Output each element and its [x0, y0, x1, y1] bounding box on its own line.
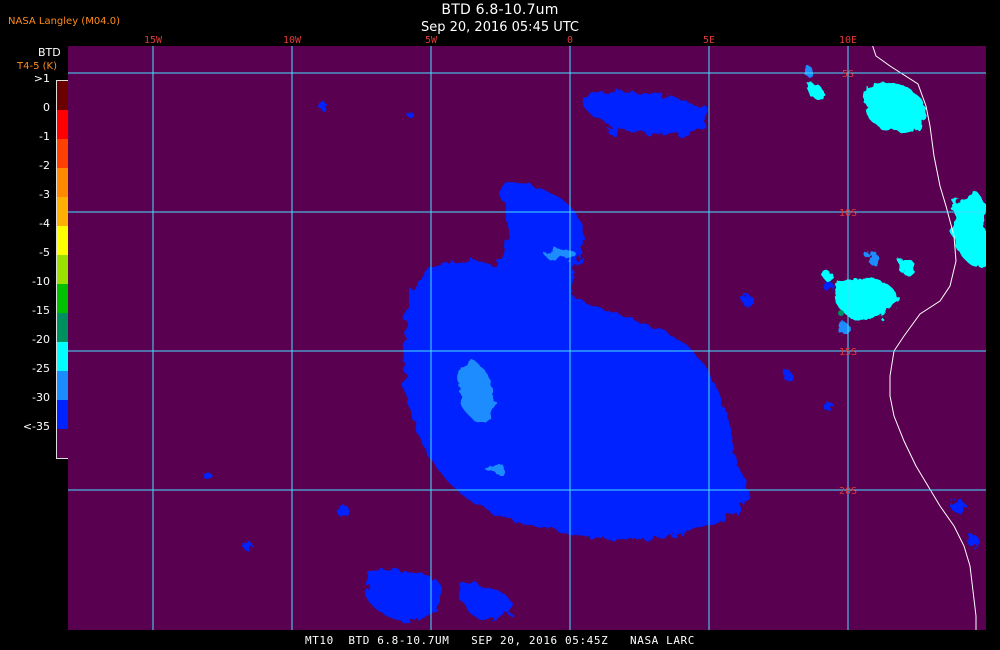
satellite-map: 5S 10S 15S 20S: [68, 46, 986, 630]
colorbar-tick-label: 0: [43, 101, 50, 114]
colorbar-tick-label: -30: [32, 391, 50, 404]
longitude-label: 10E: [838, 35, 858, 46]
colorbar-tick-label: -1: [39, 130, 50, 143]
latitude-label: 5S: [842, 69, 854, 80]
colorbar-tick-label: -2: [39, 159, 50, 172]
colorbar-tick-label: <-35: [22, 420, 50, 433]
colorbar-tick-label: -15: [32, 304, 50, 317]
colorbar-units: T4-5 (K): [17, 61, 57, 72]
longitude-label: 5E: [702, 35, 716, 46]
colorbar-tick-label: -4: [39, 217, 50, 230]
footer-caption: MT10 BTD 6.8-10.7UM SEP 20, 2016 05:45Z …: [304, 634, 696, 647]
colorbar-tick-label: >1: [33, 72, 50, 85]
colorbar-title: BTD: [38, 46, 61, 59]
longitude-label: 10W: [282, 35, 302, 46]
colorbar-tick-label: -5: [39, 246, 50, 259]
colorbar-tick-label: -3: [39, 188, 50, 201]
longitude-label: 15W: [143, 35, 163, 46]
latitude-label: 20S: [839, 486, 857, 497]
latitude-label: 15S: [839, 347, 857, 358]
map-subtitle: Sep 20, 2016 05:45 UTC: [420, 20, 580, 35]
colorbar-tick-label: -20: [32, 333, 50, 346]
longitude-label: 0: [566, 35, 574, 46]
colorbar-tick-label: -25: [32, 362, 50, 375]
colorbar-tick-label: -10: [32, 275, 50, 288]
latitude-label: 10S: [839, 208, 857, 219]
longitude-label: 5W: [424, 35, 438, 46]
map-title: BTD 6.8-10.7um: [441, 2, 559, 18]
